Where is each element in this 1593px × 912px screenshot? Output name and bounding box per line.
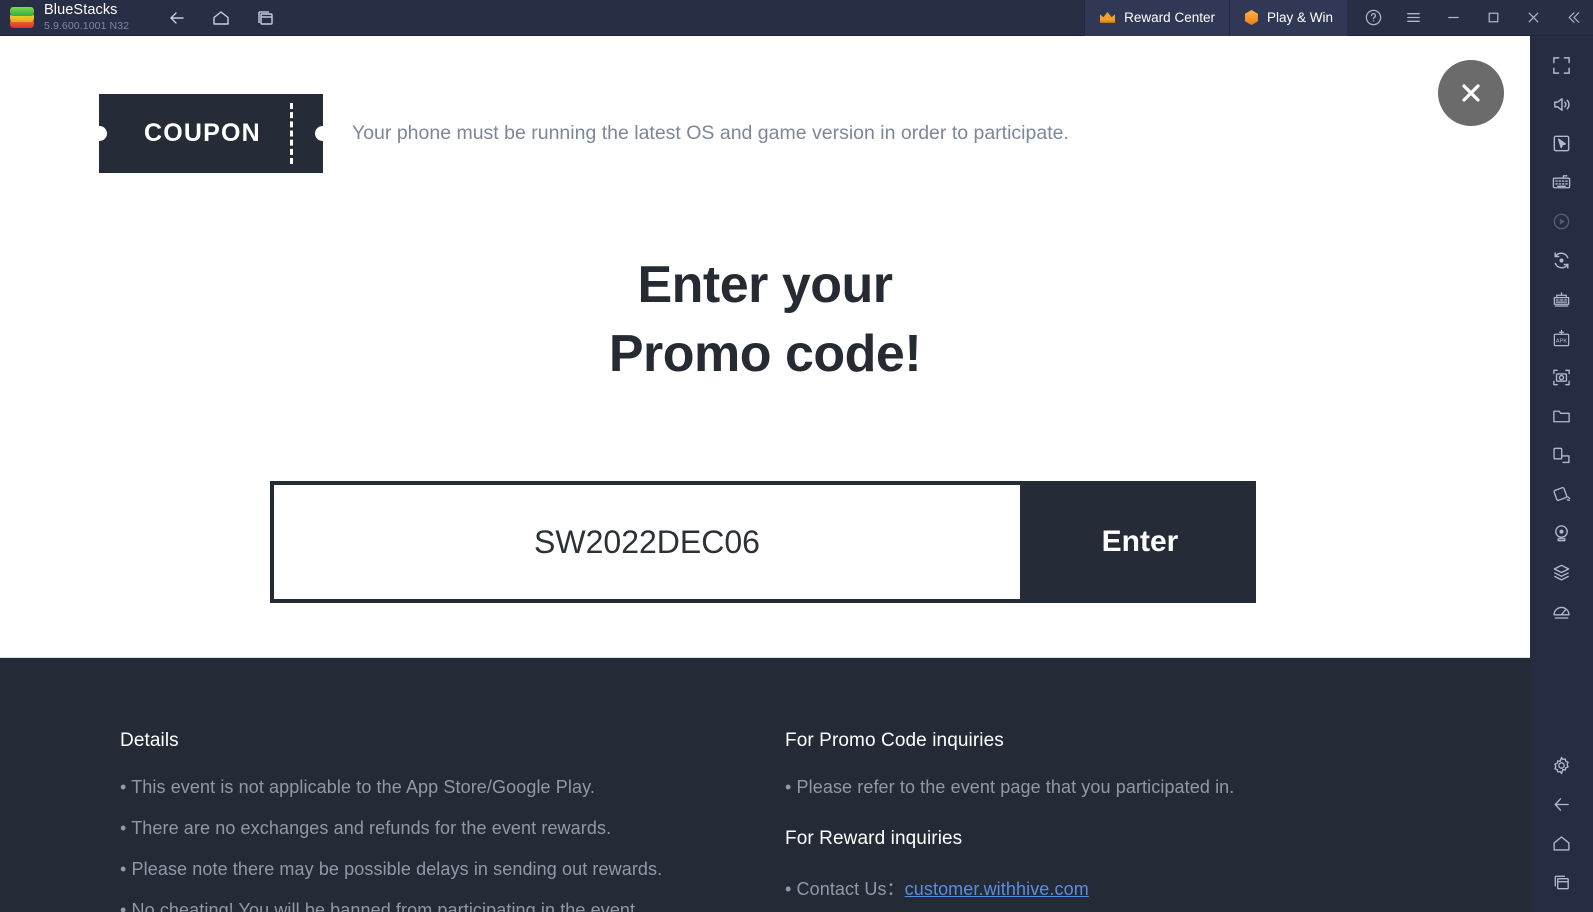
volume-icon[interactable] [1530, 85, 1593, 124]
promo-code-input[interactable] [270, 481, 1024, 603]
titlebar: BlueStacks 5.9.600.1001 N32 Reward Cente… [0, 0, 1593, 36]
location-icon[interactable] [1530, 514, 1593, 553]
footer-inquiries-column: For Promo Code inquiries Please refer to… [785, 730, 1425, 912]
home-icon[interactable] [207, 4, 235, 32]
back-icon[interactable] [163, 4, 191, 32]
svg-text:APK: APK [1556, 338, 1568, 344]
shake-icon[interactable] [1530, 475, 1593, 514]
install-apk-icon[interactable]: APK [1530, 319, 1593, 358]
screen-rotate-icon[interactable] [1530, 436, 1593, 475]
performance-icon[interactable] [1530, 592, 1593, 631]
coupon-notch-left-icon [92, 126, 107, 141]
footer-details-column: Details This event is not applicable to … [120, 730, 785, 912]
promo-code-form: Enter [270, 481, 1256, 603]
gem-icon [1245, 10, 1258, 25]
sidebar-top-group: APK [1530, 36, 1593, 631]
promo-code-page: COUPON Your phone must be running the la… [0, 36, 1530, 912]
app-version: 5.9.600.1001 N32 [44, 19, 130, 32]
rotate-icon[interactable] [1530, 241, 1593, 280]
bluestacks-window: BlueStacks 5.9.600.1001 N32 Reward Cente… [0, 0, 1593, 912]
contact-us-item: Contact Us：customer.withhive.com [785, 875, 1425, 901]
tab-play-and-win-label: Play & Win [1266, 10, 1333, 25]
page-footer: Details This event is not applicable to … [0, 657, 1530, 912]
tab-reward-center[interactable]: Reward Center [1084, 0, 1229, 36]
pointer-icon[interactable] [1530, 124, 1593, 163]
fullscreen-icon[interactable] [1530, 46, 1593, 85]
close-icon[interactable] [1513, 0, 1553, 36]
collapse-icon[interactable] [1553, 0, 1593, 36]
nav-icon-group [163, 4, 279, 32]
contact-us-label: Contact Us： [796, 879, 905, 899]
support-link[interactable]: customer.withhive.com [905, 879, 1089, 899]
reward-inquiries-heading: For Reward inquiries [785, 828, 963, 849]
back-icon[interactable] [1530, 785, 1593, 824]
details-heading: Details [120, 730, 179, 751]
macro-play-icon[interactable] [1530, 202, 1593, 241]
coupon-note-text: Your phone must be running the latest OS… [352, 122, 1069, 144]
window-controls [1347, 0, 1593, 36]
overlay-close-button[interactable] [1438, 60, 1504, 126]
details-item: Please note there may be possible delays… [120, 859, 785, 880]
settings-icon[interactable] [1530, 746, 1593, 785]
maximize-icon[interactable] [1473, 0, 1513, 36]
keyboard-icon[interactable] [1530, 163, 1593, 202]
home-icon[interactable] [1530, 824, 1593, 863]
help-icon[interactable] [1353, 0, 1393, 36]
details-item: No cheating! You will be banned from par… [120, 900, 785, 912]
screenshot-icon[interactable] [1530, 358, 1593, 397]
menu-icon[interactable] [1393, 0, 1433, 36]
multi-instance-icon[interactable] [251, 4, 279, 32]
promo-inquiries-item: Please refer to the event page that you … [785, 777, 1425, 798]
layers-icon[interactable] [1530, 553, 1593, 592]
page-title-line2: Promo code! [608, 324, 922, 383]
bluestacks-logo-icon [9, 5, 35, 31]
recents-icon[interactable] [1530, 863, 1593, 902]
coupon-notch-right-icon [315, 126, 330, 141]
details-item: This event is not applicable to the App … [120, 777, 785, 798]
coupon-dashed-divider [290, 103, 293, 164]
multi-instance-manager-icon[interactable] [1530, 280, 1593, 319]
coupon-badge: COUPON [92, 94, 330, 173]
promo-inquiries-heading: For Promo Code inquiries [785, 730, 1004, 751]
tab-play-and-win[interactable]: Play & Win [1228, 0, 1347, 36]
coupon-badge-label: COUPON [144, 119, 261, 147]
details-item: There are no exchanges and refunds for t… [120, 818, 785, 839]
media-folder-icon[interactable] [1530, 397, 1593, 436]
page-title: Enter your Promo code! [0, 251, 1530, 388]
enter-button[interactable]: Enter [1024, 481, 1256, 603]
minimize-icon[interactable] [1433, 0, 1473, 36]
close-icon [1462, 84, 1480, 102]
page-title-line1: Enter your [637, 256, 893, 314]
app-name: BlueStacks [44, 2, 118, 19]
app-title-group: BlueStacks 5.9.600.1001 N32 [44, 3, 129, 31]
sidebar-bottom-group [1530, 746, 1593, 912]
bluestacks-sidebar: APK [1530, 36, 1593, 912]
crown-icon [1100, 12, 1116, 23]
coupon-banner-row: COUPON Your phone must be running the la… [92, 94, 1069, 173]
tab-reward-center-label: Reward Center [1124, 10, 1215, 25]
